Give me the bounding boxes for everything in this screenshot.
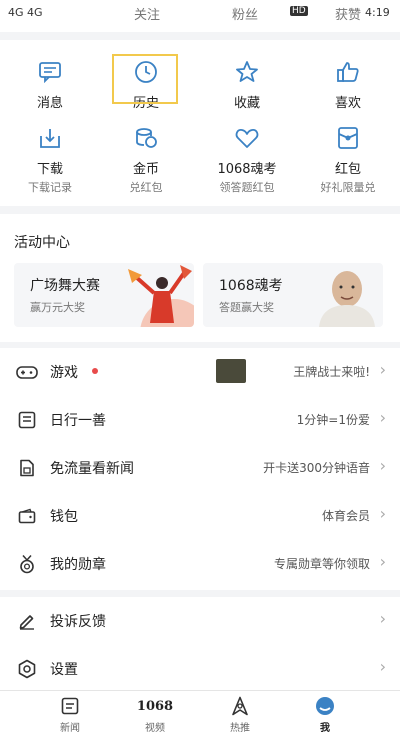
heart-icon: [233, 124, 261, 152]
chevron-right-icon: ›: [379, 456, 386, 475]
nav-video[interactable]: 1068 视频: [125, 695, 185, 735]
settings-icon: [16, 658, 38, 680]
star-icon: [233, 58, 261, 86]
grid-sublabel: 下载记录: [28, 181, 72, 194]
nav-news[interactable]: 新闻: [40, 695, 100, 734]
row-settings[interactable]: 设置 ›: [0, 645, 400, 693]
nav-label: 热推: [230, 723, 250, 734]
grid-coins[interactable]: 金币 兑红包: [96, 124, 196, 195]
wallet-icon: [16, 505, 38, 527]
chevron-right-icon: ›: [379, 408, 386, 427]
row-games[interactable]: 游戏 王牌战士来啦! ›: [0, 348, 400, 396]
settings-list: 投诉反馈 › 设置 ›: [0, 597, 400, 690]
game-thumbnail: [216, 359, 246, 383]
red-packet-icon: [334, 124, 362, 152]
row-free-data-news[interactable]: 免流量看新闻 开卡送300分钟语音 ›: [0, 444, 400, 492]
coins-icon: [132, 124, 160, 152]
bottom-nav: 新闻 1068 视频 热推 我: [0, 690, 400, 738]
row-medals[interactable]: 我的勋章 专属勋章等你领取 ›: [0, 540, 400, 588]
chevron-right-icon: ›: [379, 504, 386, 523]
sim-card-icon: [16, 457, 38, 479]
row-label: 我的勋章: [50, 557, 106, 573]
activity-card-dance[interactable]: 广场舞大赛 赢万元大奖: [14, 263, 194, 327]
row-value: 王牌战士来啦!: [293, 365, 370, 379]
grid-label: 消息: [36, 96, 63, 111]
row-value: 开卡送300分钟语音: [263, 461, 370, 475]
activity-card-title: 1068魂考: [219, 278, 283, 294]
nav-label: 我: [320, 723, 330, 734]
chevron-right-icon: ›: [379, 552, 386, 571]
row-label: 设置: [50, 662, 78, 678]
hd-badge: HD: [290, 6, 308, 16]
activity-title: 活动中心: [14, 235, 70, 251]
notification-dot: [92, 368, 98, 374]
grid-label: 金币: [132, 162, 159, 177]
row-label: 投诉反馈: [50, 614, 106, 630]
top-tab-bar: 4G 4G 关注 粉丝 获赞 HD 4:19: [0, 0, 400, 32]
grid-likes[interactable]: 喜欢: [298, 58, 398, 111]
grid-label: 1068魂考: [217, 162, 277, 177]
feature-list: 游戏 王牌战士来啦! › 日行一善 1分钟=1份爱 › 免流量看新闻 开卡送30…: [0, 348, 400, 590]
status-signal: 4G 4G: [8, 6, 43, 19]
grid-sublabel: 领答题红包: [219, 181, 275, 194]
me-icon: [314, 695, 336, 717]
message-icon: [36, 58, 64, 86]
grid-sublabel: 好礼限量兑: [320, 181, 376, 194]
grid-sublabel: 兑红包: [129, 181, 163, 194]
nav-glyph: 1068: [136, 698, 174, 714]
grid-label: 红包: [334, 162, 361, 177]
grid-download[interactable]: 下载 下载记录: [0, 124, 100, 195]
chevron-right-icon: ›: [379, 609, 386, 628]
tab-fans[interactable]: 粉丝: [232, 4, 258, 23]
row-value: 1分钟=1份爱: [296, 413, 370, 427]
hot-icon: [229, 695, 251, 717]
host-portrait: [319, 271, 375, 327]
activity-card-quiz[interactable]: 1068魂考 答题赢大奖: [203, 263, 383, 327]
tab-following[interactable]: 关注: [134, 4, 160, 23]
tab-likes[interactable]: 获赞: [335, 4, 361, 23]
nav-label: 新闻: [60, 723, 80, 734]
medal-icon: [16, 553, 38, 575]
dancer-illustration: [128, 265, 194, 327]
activity-card-sub: 赢万元大奖: [30, 301, 85, 314]
shortcut-grid: 消息 历史 收藏 喜欢 下载 下载记录 金币 兑红包 1068魂考 领答题红包 …: [0, 40, 400, 206]
row-charity[interactable]: 日行一善 1分钟=1份爱 ›: [0, 396, 400, 444]
nav-me[interactable]: 我: [295, 695, 355, 734]
grid-favorites[interactable]: 收藏: [197, 58, 297, 111]
grid-message[interactable]: 消息: [0, 58, 100, 111]
edit-icon: [16, 610, 38, 632]
row-label: 钱包: [50, 509, 78, 525]
news-icon: [59, 695, 81, 717]
gamepad-icon: [16, 361, 38, 383]
thumbs-up-icon: [334, 58, 362, 86]
download-icon: [36, 124, 64, 152]
activity-card-sub: 答题赢大奖: [219, 301, 274, 314]
row-value: 体育会员: [321, 509, 370, 523]
row-feedback[interactable]: 投诉反馈 ›: [0, 597, 400, 645]
row-label: 日行一善: [50, 413, 106, 429]
row-label: 免流量看新闻: [50, 461, 134, 477]
grid-quiz[interactable]: 1068魂考 领答题红包: [197, 124, 297, 195]
grid-label: 收藏: [233, 96, 260, 111]
activity-card-title: 广场舞大赛: [30, 278, 100, 294]
nav-label: 视频: [145, 723, 165, 734]
row-label: 游戏: [50, 365, 78, 381]
video-1068-icon: 1068: [137, 695, 173, 717]
row-value: 专属勋章等你领取: [273, 557, 370, 571]
grid-red-packet[interactable]: 红包 好礼限量兑: [298, 124, 398, 195]
status-time: 4:19: [365, 6, 390, 19]
grid-label: 下载: [36, 162, 63, 177]
focus-highlight: [112, 54, 178, 104]
charity-icon: [16, 409, 38, 431]
chevron-right-icon: ›: [379, 657, 386, 676]
row-wallet[interactable]: 钱包 体育会员 ›: [0, 492, 400, 540]
nav-hot[interactable]: 热推: [210, 695, 270, 734]
grid-label: 喜欢: [334, 96, 361, 111]
chevron-right-icon: ›: [379, 360, 386, 379]
